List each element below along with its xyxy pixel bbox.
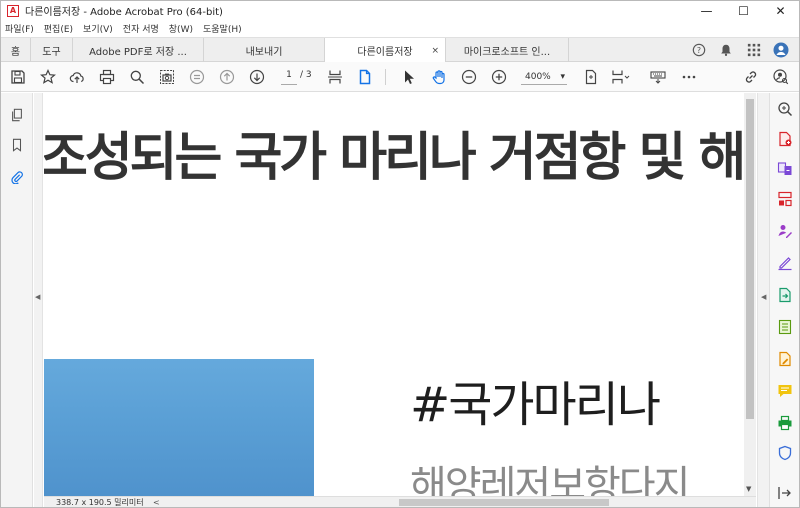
document-view[interactable]: 조성되는 국가 마리나 거점항 및 해 #국가마리나 해양레저보항다지 (44, 93, 744, 496)
comment-icon[interactable] (777, 383, 793, 399)
acrobat-window: A 다른이름저장 - Adobe Acrobat Pro (64-bit) — … (0, 0, 800, 508)
menu-help[interactable]: 도움말(H) (203, 22, 242, 35)
close-tab-icon[interactable]: × (431, 46, 439, 56)
vertical-scrollbar[interactable]: ▼ (744, 93, 756, 496)
tab-tools[interactable]: 도구 (31, 38, 73, 62)
account-avatar[interactable] (773, 42, 789, 58)
full-screen-icon[interactable] (581, 67, 601, 87)
edit-pdf-icon[interactable] (777, 351, 793, 367)
document-hashtag: #국가마리나 (410, 377, 661, 433)
print-icon[interactable] (97, 67, 117, 87)
page-dimensions-label: 338.7 x 190.5 밀리미터 (56, 498, 144, 507)
notification-bell-icon[interactable] (718, 42, 734, 58)
acrobat-logo-icon: A (7, 4, 19, 17)
tab-save-as-pdf[interactable]: Adobe PDF로 저장 ... (73, 38, 204, 62)
print-production-icon[interactable] (777, 415, 793, 431)
tab-save-as-active[interactable]: 다른이름저장 × (325, 38, 446, 63)
request-signature-icon[interactable] (777, 223, 793, 239)
organize-pages-icon[interactable] (777, 191, 793, 207)
status-bar: 338.7 x 190.5 밀리미터 < (44, 496, 756, 507)
create-pdf-icon[interactable] (777, 131, 793, 147)
maximize-button[interactable]: ☐ (725, 1, 762, 20)
next-page-icon[interactable] (247, 67, 267, 87)
sea-photo (44, 359, 314, 496)
search-icon[interactable] (127, 67, 147, 87)
zoom-value: 400% (525, 72, 551, 82)
tab-label: 다른이름저장 (357, 47, 413, 58)
vertical-scroll-thumb[interactable] (746, 99, 754, 419)
tab-microsoft[interactable]: 마이크로소프트 인... (446, 38, 569, 62)
fit-page-width-icon[interactable] (325, 67, 345, 87)
zoom-level-dropdown[interactable]: 400% ▾ (521, 70, 567, 85)
zoom-in-icon[interactable] (489, 67, 509, 87)
horizontal-scroll-thumb[interactable] (399, 499, 609, 506)
previous-page-icon[interactable] (217, 67, 237, 87)
page-layout-icon[interactable] (611, 67, 631, 87)
left-navigation-pane (1, 93, 33, 507)
page-number-input[interactable]: 1 (281, 70, 297, 85)
protect-shield-icon[interactable] (777, 445, 793, 461)
window-title: 다른이름저장 - Adobe Acrobat Pro (64-bit) (25, 7, 223, 18)
menu-e-sign[interactable]: 전자 서명 (123, 22, 159, 35)
svg-text:?: ? (697, 46, 701, 55)
account-search-icon[interactable] (771, 67, 791, 87)
menu-file[interactable]: 파일(F) (5, 22, 34, 35)
save-icon[interactable] (8, 67, 28, 87)
export-pdf-icon[interactable] (777, 287, 793, 303)
page-total-label: / 3 (300, 70, 312, 80)
cloud-upload-icon[interactable] (67, 67, 87, 87)
more-options-icon[interactable] (679, 67, 699, 87)
tab-label: Adobe PDF로 저장 ... (89, 46, 187, 58)
snapshot-camera-icon[interactable] (157, 67, 177, 87)
combine-files-icon[interactable] (777, 161, 793, 177)
chevron-down-icon: ▾ (560, 72, 565, 82)
document-hashtag-subtext: 해양레저보항다지 (410, 463, 690, 496)
bookmark-star-icon[interactable] (38, 67, 58, 87)
menu-edit[interactable]: 편집(E) (44, 22, 73, 35)
read-mode-icon[interactable] (187, 67, 207, 87)
fill-and-sign-icon[interactable] (777, 255, 793, 271)
tab-label: 마이크로소프트 인... (463, 46, 551, 58)
share-link-icon[interactable] (741, 67, 761, 87)
help-icon[interactable]: ? (691, 42, 707, 58)
toolbar-divider (385, 69, 386, 85)
right-pane-collapse-handle[interactable]: ◀ (757, 93, 769, 507)
compress-pdf-icon[interactable] (777, 319, 793, 335)
window-controls: — ☐ ✕ (688, 1, 799, 20)
zoom-out-icon[interactable] (459, 67, 479, 87)
attachments-paperclip-icon[interactable] (9, 169, 25, 185)
keyboard-icon[interactable] (648, 67, 668, 87)
document-headline: 조성되는 국가 마리나 거점항 및 해 (44, 128, 744, 188)
menu-window[interactable]: 창(W) (169, 22, 193, 35)
menu-bar: 파일(F) 편집(E) 보기(V) 전자 서명 창(W) 도움말(H) (1, 20, 799, 37)
menu-view[interactable]: 보기(V) (83, 22, 113, 35)
bookmarks-icon[interactable] (9, 137, 25, 153)
expand-pane-icon[interactable] (777, 485, 793, 501)
title-bar: A 다른이름저장 - Adobe Acrobat Pro (64-bit) — … (1, 1, 799, 20)
apps-grid-icon[interactable] (746, 42, 762, 58)
right-tools-pane (769, 93, 799, 507)
chevron-left-icon: ◀ (761, 293, 767, 301)
tab-home[interactable]: 홈 (1, 38, 31, 62)
zoom-search-icon[interactable] (777, 101, 793, 117)
tab-export[interactable]: 내보내기 (204, 38, 325, 62)
scroll-down-arrow-icon[interactable]: ▼ (746, 485, 751, 493)
single-page-view-icon[interactable] (355, 67, 375, 87)
left-pane-collapse-handle[interactable]: ◀ (34, 93, 43, 507)
minimize-button[interactable]: — (688, 1, 725, 20)
tab-label: 내보내기 (245, 46, 283, 58)
hand-tool-icon[interactable] (429, 67, 449, 87)
page-thumbnails-icon[interactable] (9, 107, 25, 123)
main-toolbar: 1 / 3 400% ▾ (1, 62, 799, 92)
tab-bar: 홈 도구 Adobe PDF로 저장 ... 내보내기 다른이름저장 × 마이크… (1, 37, 799, 63)
chevron-left-icon: ◀ (35, 293, 41, 301)
select-cursor-icon[interactable] (399, 67, 419, 87)
scroll-left-arrow-icon[interactable]: < (153, 497, 160, 507)
close-window-button[interactable]: ✕ (762, 1, 799, 20)
